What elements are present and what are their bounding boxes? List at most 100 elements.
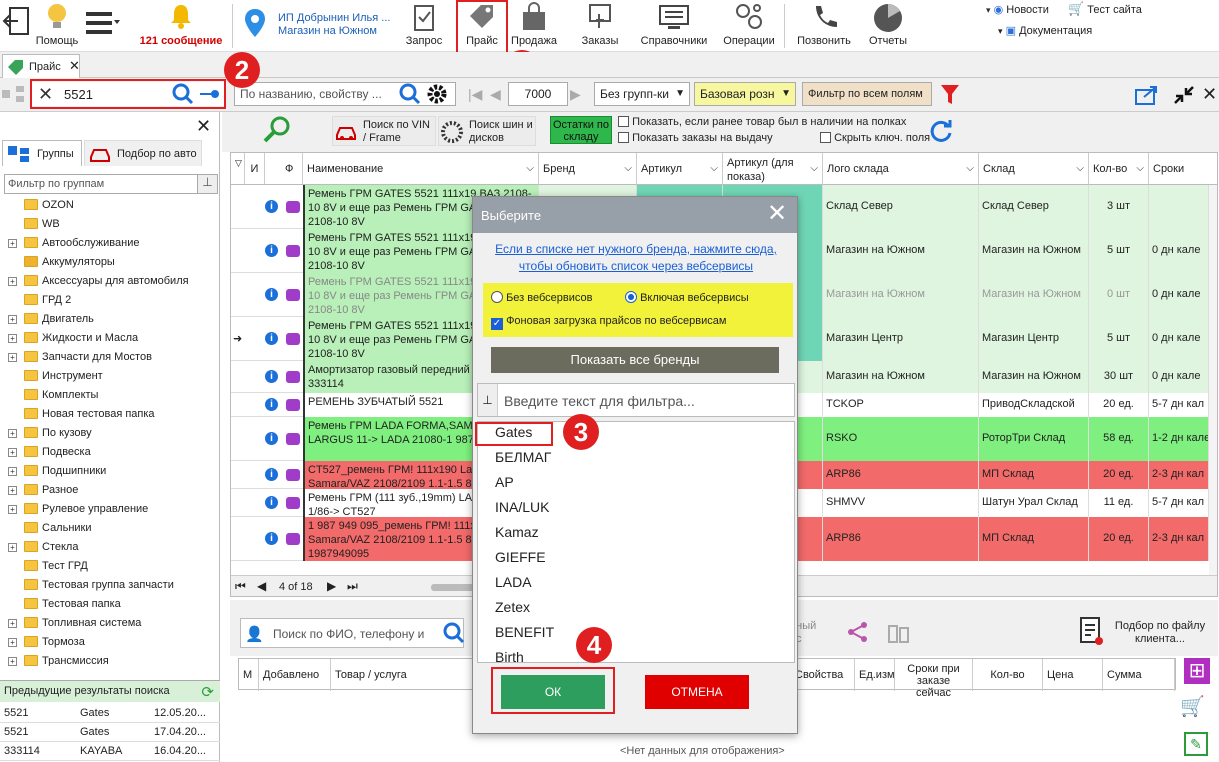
tree-item[interactable]: Аккумуляторы [0, 253, 218, 272]
radio-with-webservice[interactable]: Включая вебсервисы [625, 291, 749, 304]
help-button[interactable]: Помощь [34, 0, 80, 52]
tree-item[interactable]: + Стекла [0, 538, 218, 557]
show-if-available-checkbox[interactable]: Показать, если ранее товар был в наличии… [618, 116, 906, 128]
tree-item[interactable]: + Запчасти для Мостов [0, 348, 218, 367]
grouping-select[interactable]: Без групп-ки ▼ [594, 82, 690, 106]
header-qty[interactable]: Кол-во ⌵ [1089, 153, 1149, 185]
camera-icon[interactable] [286, 333, 300, 345]
messages-button[interactable]: 121 сообщение [132, 0, 230, 52]
close-icon[interactable]: ✕ [767, 199, 787, 228]
camera-icon[interactable] [286, 201, 300, 213]
documentation-link[interactable]: ▾ ▣ Документация [998, 24, 1092, 37]
header-article[interactable]: Артикул ⌵ [637, 153, 723, 185]
tree-item[interactable]: + Рулевое управление [0, 500, 218, 519]
close-tab-icon[interactable]: ✕ [69, 58, 80, 74]
tire-search-button[interactable]: Поиск шин и дисков [438, 116, 536, 146]
info-icon[interactable]: i [265, 244, 278, 257]
tree-item[interactable]: ГРД 2 [0, 291, 218, 310]
tab-price[interactable]: Прайс ✕ [2, 54, 80, 78]
info-icon[interactable]: i [265, 370, 278, 383]
info-icon[interactable]: i [265, 288, 278, 301]
tree-item[interactable]: + Разное [0, 481, 218, 500]
tree-item[interactable]: + Топливная система [0, 614, 218, 633]
price-type-select[interactable]: Базовая розн ▼ [694, 82, 796, 106]
prev-page-icon[interactable]: ◀ [490, 86, 501, 103]
edit-icon[interactable]: ✎ [1184, 732, 1208, 756]
tree-item[interactable]: Сальники [0, 519, 218, 538]
info-icon[interactable]: i [265, 200, 278, 213]
header-article-show[interactable]: Артикул (для показа) ⌵ [723, 153, 823, 185]
tree-item[interactable]: + Подвеска [0, 443, 218, 462]
bottles-icon[interactable] [886, 620, 912, 644]
info-icon[interactable]: i [265, 398, 278, 411]
info-icon[interactable]: i [265, 496, 278, 509]
broom-icon[interactable]: ⊥ [478, 384, 498, 416]
tree-item[interactable]: Тестовая папка [0, 595, 218, 614]
chevron-down-icon[interactable]: ⌵ [526, 162, 534, 176]
camera-icon[interactable] [286, 399, 300, 411]
add-item-icon[interactable]: ⊞ [1184, 658, 1210, 684]
brand-list-item[interactable]: AP [495, 474, 514, 490]
in-stock-button[interactable]: Остатки по складу [550, 116, 612, 144]
camera-icon[interactable] [286, 433, 300, 445]
file-pick-icon[interactable] [1078, 616, 1104, 646]
cart-header-7[interactable]: Цена [1043, 659, 1103, 691]
tree-item[interactable]: + Трансмиссия [0, 652, 218, 666]
tree-item[interactable]: Комплекты [0, 386, 218, 405]
close-panel-icon[interactable]: ✕ [196, 116, 211, 137]
cancel-button[interactable]: ОТМЕНА [645, 675, 749, 709]
show-orders-checkbox[interactable]: Показать заказы на выдачу [618, 132, 773, 144]
tree-item[interactable]: Инструмент [0, 367, 218, 386]
expand-icon[interactable]: + [8, 505, 17, 514]
vin-search-button[interactable]: Поиск по VIN / Frame [332, 116, 436, 146]
show-all-brands-button[interactable]: Показать все бренды [491, 347, 779, 373]
expand-icon[interactable]: + [8, 657, 17, 666]
info-icon[interactable]: i [265, 432, 278, 445]
brand-list-item[interactable]: БЕЛМАГ [495, 449, 551, 465]
tree-item[interactable]: OZON [0, 196, 218, 215]
collapse-icon[interactable] [1172, 84, 1196, 106]
tree-item[interactable]: + Тормоза [0, 633, 218, 652]
chevron-down-icon[interactable]: ⌵ [1076, 162, 1084, 176]
prev-result-row[interactable]: 5521 Gates 12.05.20... [0, 704, 220, 723]
expand-icon[interactable]: + [8, 315, 17, 324]
prev-page-icon[interactable]: ◀ [257, 579, 266, 593]
expand-icon[interactable]: + [8, 448, 17, 457]
tab-auto[interactable]: Подбор по авто [84, 140, 202, 166]
prev-result-row[interactable]: 5521 Gates 17.04.20... [0, 723, 220, 742]
header-f[interactable]: Ф [265, 153, 303, 185]
radio-no-webservice[interactable]: Без вебсервисов [491, 291, 592, 304]
info-icon[interactable]: i [265, 468, 278, 481]
brand-list-item[interactable]: INA/LUK [495, 499, 549, 515]
tree-item[interactable]: + Автообслуживание [0, 234, 218, 253]
tree-item[interactable]: + Подшипники [0, 462, 218, 481]
hide-key-fields-checkbox[interactable]: Скрыть ключ. поля [820, 132, 930, 144]
gear-icon[interactable] [425, 83, 449, 105]
next-page-icon[interactable]: ▶ [327, 579, 336, 593]
share-icon[interactable] [846, 620, 870, 644]
brand-list-item[interactable]: BENEFIT [495, 624, 554, 640]
refresh-icon[interactable] [928, 118, 954, 144]
info-icon[interactable]: i [265, 532, 278, 545]
expand-icon[interactable]: + [8, 334, 17, 343]
orders-button[interactable]: Заказы [574, 0, 626, 52]
chevron-down-icon[interactable]: ⌵ [966, 162, 974, 176]
expand-icon[interactable]: + [8, 277, 17, 286]
header-stock[interactable]: Склад ⌵ [979, 153, 1089, 185]
expand-icon[interactable]: + [8, 467, 17, 476]
header-logo[interactable]: Лого склада ⌵ [823, 153, 979, 185]
tree-item[interactable]: + Двигатель [0, 310, 218, 329]
search-icon[interactable] [443, 622, 465, 644]
test-site-link[interactable]: 🛒 Тест сайта [1068, 1, 1142, 17]
tree-item[interactable]: + Аксессуары для автомобиля [0, 272, 218, 291]
file-pick-button[interactable]: Подбор по файлу клиента... [1110, 620, 1210, 646]
tree-item[interactable]: Тест ГРД [0, 557, 218, 576]
background-load-checkbox[interactable]: ✓ Фоновая загрузка прайсов по вебсервиса… [491, 315, 726, 330]
expand-icon[interactable]: + [8, 353, 17, 362]
cart-header-4[interactable]: Ед.изм [855, 659, 895, 691]
cart-header-5[interactable]: Сроки при заказе сейчас [895, 659, 973, 699]
cart-header-8[interactable]: Сумма [1103, 659, 1175, 691]
chevron-down-icon[interactable]: ⌵ [624, 162, 632, 176]
tree-item[interactable]: + Жидкости и Масла [0, 329, 218, 348]
camera-icon[interactable] [286, 245, 300, 257]
